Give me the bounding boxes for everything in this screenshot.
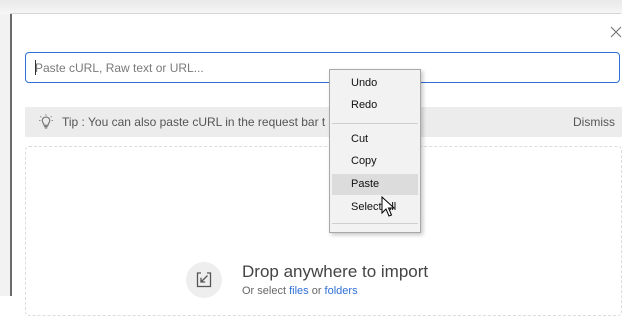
- drop-zone[interactable]: Drop anywhere to import Or select files …: [25, 146, 622, 316]
- tip-bar: Tip : You can also paste cURL in the req…: [25, 107, 622, 137]
- menu-item-copy[interactable]: Copy: [332, 151, 418, 172]
- menu-separator: [332, 223, 418, 224]
- select-files-link[interactable]: files: [289, 285, 309, 297]
- import-icon: [186, 262, 222, 298]
- import-input[interactable]: [25, 52, 620, 83]
- dismiss-button[interactable]: Dismiss: [573, 115, 615, 129]
- import-dialog: Tip : You can also paste cURL in the req…: [11, 14, 622, 316]
- menu-item-redo[interactable]: Redo: [332, 95, 418, 116]
- drop-title: Drop anywhere to import: [242, 262, 429, 281]
- menu-item-cut[interactable]: Cut: [332, 129, 418, 150]
- close-icon[interactable]: [608, 24, 622, 40]
- mouse-cursor-icon: [381, 196, 396, 217]
- select-folders-link[interactable]: folders: [325, 285, 358, 297]
- menu-item-undo[interactable]: Undo: [332, 73, 418, 94]
- window-background-top: [0, 0, 622, 14]
- drop-subtitle: Or select files or folders: [242, 285, 358, 297]
- dialog-left-edge: [10, 14, 12, 296]
- menu-separator: [332, 123, 418, 124]
- context-menu: Undo Redo Cut Copy Paste Select All: [329, 69, 421, 233]
- drop-prefix: Or select: [242, 285, 287, 297]
- menu-item-paste[interactable]: Paste: [332, 174, 418, 195]
- drop-or: or: [311, 285, 322, 297]
- lightbulb-icon: [39, 114, 53, 129]
- text-caret: [35, 60, 36, 75]
- tip-text: Tip : You can also paste cURL in the req…: [62, 115, 326, 129]
- menu-item-select-all[interactable]: Select All: [332, 197, 418, 218]
